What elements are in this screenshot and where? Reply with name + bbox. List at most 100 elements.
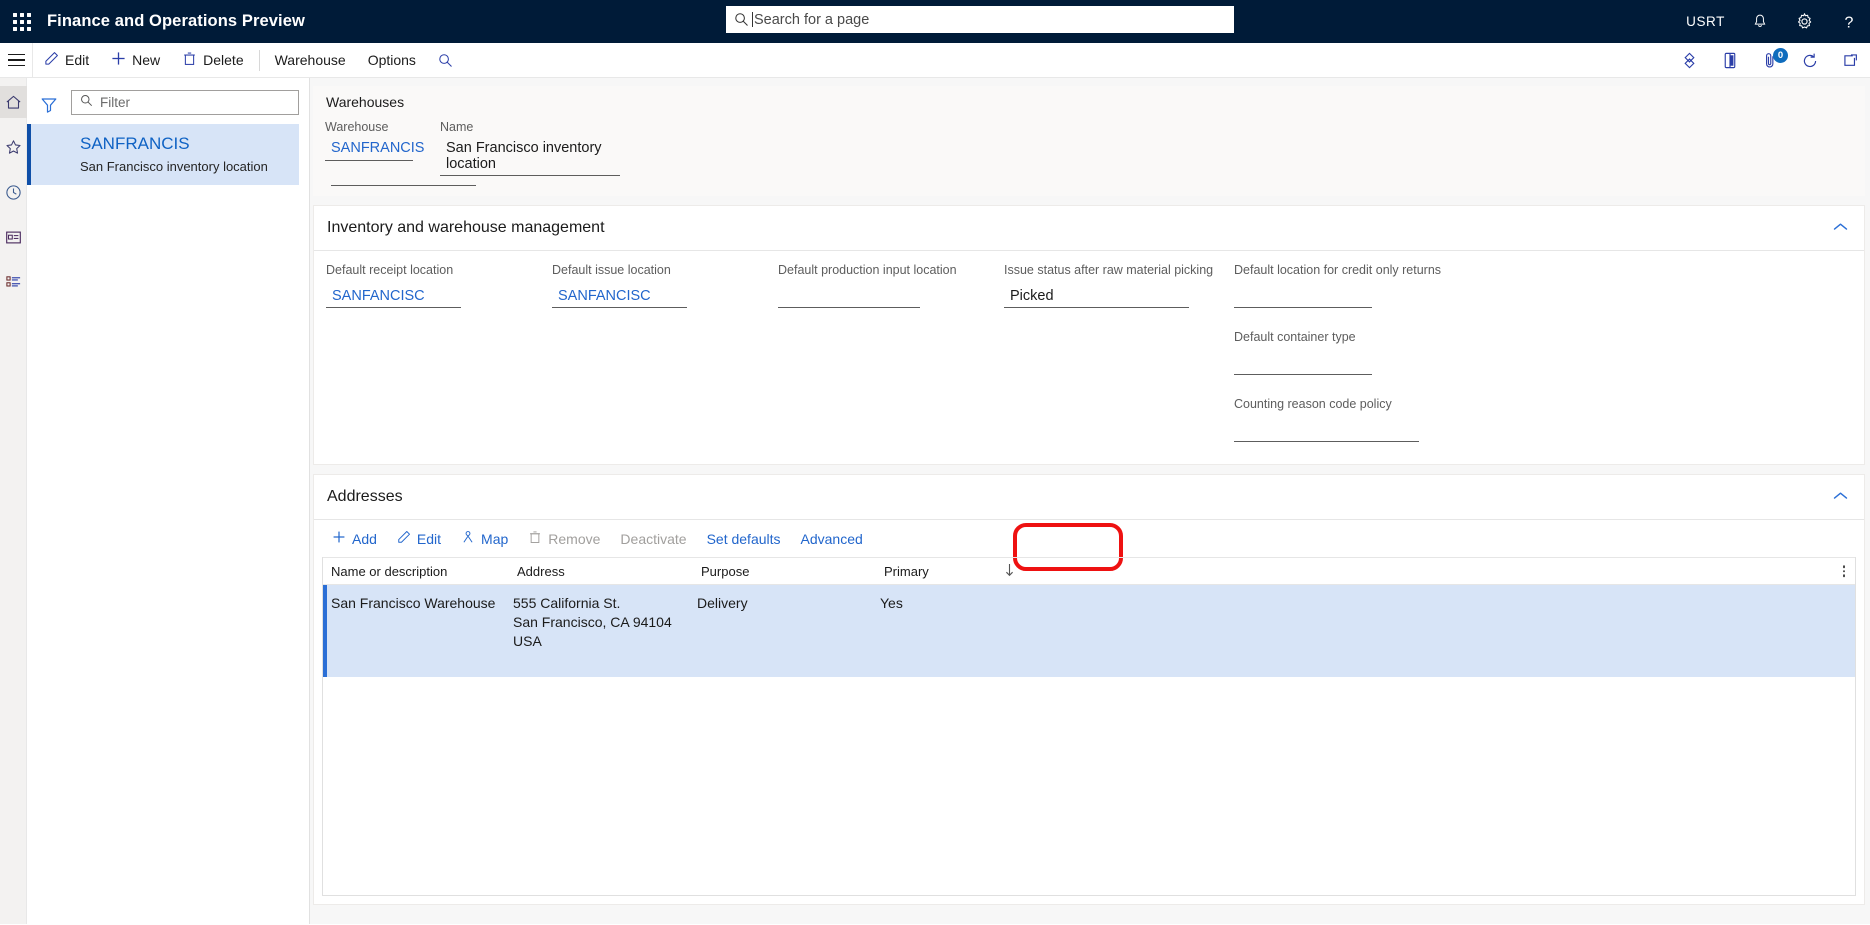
advanced-button[interactable]: Advanced [791,527,873,551]
field-column-5: Default location for credit only returns… [1234,263,1464,442]
chevron-up-icon[interactable] [1833,488,1848,506]
map-label: Map [481,530,509,547]
field-column-3: Default production input location [778,263,1004,442]
list-item-subtitle: San Francisco inventory location [80,158,268,174]
addresses-section-header[interactable]: Addresses [314,475,1864,520]
hamburger-icon[interactable] [0,42,33,78]
edit-button-label: Edit [65,52,90,68]
edit-address-button[interactable]: Edit [387,526,451,551]
waffle-grid-icon[interactable] [0,12,44,31]
inventory-warehouse-management-section: Inventory and warehouse management Defau… [313,205,1865,465]
plus-icon [332,530,346,547]
cell-name-or-description: San Francisco Warehouse [331,595,496,611]
records-list-panel: Filter SANFRANCIS San Francisco inventor… [27,78,310,924]
search-input[interactable]: Search for a page [726,6,1234,33]
text-caret [752,12,753,27]
set-defaults-button[interactable]: Set defaults [697,527,791,551]
warehouse-id-value[interactable]: SANFRANCIS [325,138,424,161]
left-navigation-rail [0,78,27,924]
default-credit-only-returns-label: Default location for credit only returns [1234,263,1442,277]
default-production-input-location-field: Default production input location [778,263,1004,308]
question-mark-icon[interactable]: ? [1840,12,1858,32]
workspace-icon[interactable] [0,221,27,253]
modules-list-icon[interactable] [0,266,27,298]
tab-warehouse[interactable]: Warehouse [264,43,357,78]
page-body: Filter SANFRANCIS San Francisco inventor… [0,78,1870,924]
delete-button[interactable]: Delete [171,43,254,78]
action-pane-right-icons: 0 [1680,43,1860,78]
office-app-icon[interactable] [1721,51,1739,70]
new-button-label: New [132,52,161,68]
default-issue-location-value[interactable]: SANFANCISC [552,285,687,308]
add-address-button[interactable]: Add [322,526,387,551]
warehouse-id-field: Warehouse SANFRANCIS [325,120,424,176]
home-icon[interactable] [0,86,27,118]
warehouse-name-field: Name San Francisco inventory location [440,120,620,176]
grid-empty-space [323,677,1855,895]
partial-field-underline [331,185,476,186]
default-receipt-location-field: Default receipt location SANFANCISC [326,263,552,308]
edit-address-label: Edit [416,530,442,547]
filter-input[interactable]: Filter [71,90,299,115]
tab-options[interactable]: Options [357,43,427,78]
counting-reason-code-policy-value[interactable] [1234,419,1419,442]
table-row[interactable]: San Francisco Warehouse 555 California S… [323,585,1855,677]
attachment-count-badge: 0 [1773,48,1788,63]
map-pin-person-icon [461,530,475,547]
search-placeholder-text: Search for a page [754,11,870,28]
field-column-4: Issue status after raw material picking … [1004,263,1234,442]
cell-address: 555 California St. San Francisco, CA 941… [513,595,672,649]
addresses-toolbar: Add Edit Map Remove Deactivate Set defau… [314,520,1864,571]
app-title: Finance and Operations Preview [47,12,305,30]
filter-funnel-icon[interactable] [29,88,69,122]
pencil-icon [44,51,59,69]
default-credit-only-returns-field: Default location for credit only returns [1234,263,1464,308]
search-icon [734,12,752,27]
clock-icon[interactable] [0,176,27,208]
default-credit-only-returns-value[interactable] [1234,285,1372,308]
default-production-input-location-label: Default production input location [778,263,957,277]
action-pane-search-icon[interactable] [427,43,464,78]
issue-status-after-raw-material-picking-field: Issue status after raw material picking … [1004,263,1234,308]
add-address-label: Add [352,530,377,547]
refresh-icon[interactable] [1801,52,1819,70]
grid-options-icon[interactable] [1842,565,1845,577]
default-production-input-location-value[interactable] [778,285,920,308]
map-button[interactable]: Map [451,526,518,551]
issue-status-label: Issue status after raw material picking [1004,263,1214,277]
top-navigation-bar: Finance and Operations Preview Search fo… [0,0,1870,43]
options-menu-label: Options [367,52,416,68]
plus-icon [111,51,126,69]
sort-descending-arrow [1004,563,1015,580]
attachment-icon[interactable]: 0 [1761,48,1788,70]
field-column-1: Default receipt location SANFANCISC [326,263,552,442]
list-item[interactable]: SANFRANCIS San Francisco inventory locat… [27,124,299,185]
warehouse-name-value[interactable]: San Francisco inventory location [440,138,620,176]
form-content-area: Warehouses Warehouse SANFRANCIS Name San… [310,78,1870,924]
default-issue-location-field: Default issue location SANFANCISC [552,263,778,308]
chevron-up-icon[interactable] [1833,219,1848,237]
addresses-section: Addresses Add Edit Map Remove Deactivate… [313,474,1865,905]
default-receipt-location-value[interactable]: SANFANCISC [326,285,461,308]
default-container-type-value[interactable] [1234,352,1372,375]
new-button[interactable]: New [100,43,171,78]
bell-icon[interactable] [1751,13,1769,31]
edit-button[interactable]: Edit [33,43,100,78]
star-icon[interactable] [0,131,27,163]
deactivate-label: Deactivate [620,530,687,547]
share-diamond-icon[interactable] [1680,51,1699,70]
column-header-address[interactable]: Address [517,564,701,579]
open-in-new-window-icon[interactable] [1841,52,1860,70]
counting-reason-code-policy-field: Counting reason code policy [1234,397,1464,442]
issue-status-value[interactable]: Picked [1004,285,1189,308]
column-header-primary[interactable]: Primary [884,564,1004,579]
column-header-purpose[interactable]: Purpose [701,564,884,579]
gear-icon[interactable] [1795,12,1814,31]
inventory-fields-grid: Default receipt location SANFANCISC Defa… [314,251,1864,464]
user-initials[interactable]: USRT [1686,14,1725,29]
column-header-name-or-description[interactable]: Name or description [331,564,517,579]
inventory-section-title: Inventory and warehouse management [327,219,605,236]
default-container-type-label: Default container type [1234,330,1356,344]
topbar-right-cluster: USRT ? [1686,0,1858,43]
inventory-section-header[interactable]: Inventory and warehouse management [314,206,1864,251]
